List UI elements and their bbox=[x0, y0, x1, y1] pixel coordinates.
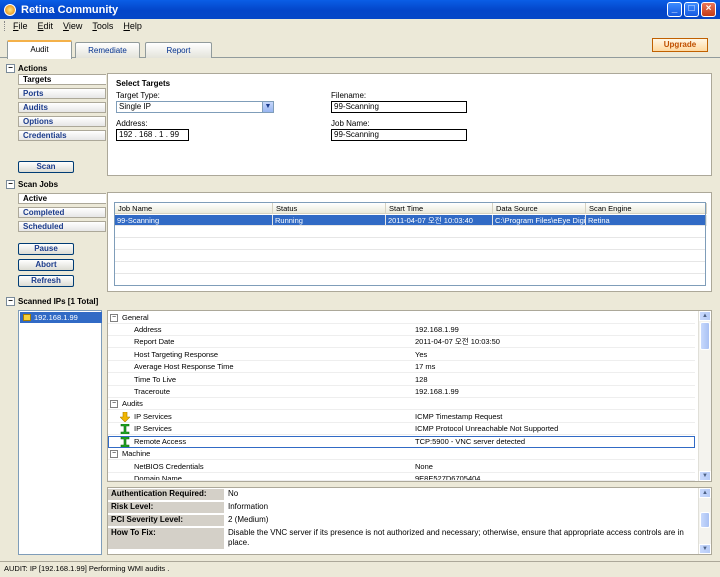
menu-file[interactable]: File bbox=[13, 21, 28, 31]
table-row-empty bbox=[115, 251, 705, 262]
scanjobs-panel: Job Name Status Start Time Data Source S… bbox=[107, 192, 712, 292]
main-tabs: Audit Remediate Report Upgrade bbox=[0, 33, 720, 59]
menu-edit[interactable]: Edit bbox=[38, 21, 54, 31]
info-row: PCI Severity Level: 2 (Medium) bbox=[108, 515, 694, 527]
table-header: Job Name Status Start Time Data Source S… bbox=[115, 203, 707, 214]
collapse-icon[interactable]: − bbox=[6, 296, 15, 306]
nav-audits[interactable]: Audits bbox=[18, 102, 106, 113]
filename-label: Filename: bbox=[331, 91, 367, 100]
menu-help[interactable]: Help bbox=[123, 21, 142, 31]
detail-row[interactable]: Host Targeting Response Yes bbox=[108, 349, 695, 361]
collapse-icon[interactable]: − bbox=[6, 63, 15, 73]
collapse-icon[interactable]: − bbox=[110, 450, 118, 458]
close-icon[interactable]: × bbox=[701, 2, 716, 17]
col-start-time[interactable]: Start Time bbox=[386, 203, 493, 214]
tab-audit[interactable]: Audit bbox=[7, 40, 72, 59]
scroll-thumb[interactable] bbox=[700, 322, 710, 350]
targets-panel: Select Targets Target Type: Single IP ▼ … bbox=[107, 73, 712, 176]
col-status[interactable]: Status bbox=[273, 203, 386, 214]
collapse-icon[interactable]: − bbox=[6, 179, 15, 189]
menu-view[interactable]: View bbox=[63, 21, 82, 31]
col-job-name[interactable]: Job Name bbox=[115, 203, 273, 214]
nav-targets[interactable]: Targets bbox=[18, 74, 106, 85]
collapse-icon[interactable]: − bbox=[110, 400, 118, 408]
scroll-down-icon[interactable]: ▼ bbox=[699, 544, 711, 554]
target-type-label: Target Type: bbox=[116, 91, 160, 100]
detail-row[interactable]: Average Host Response Time 17 ms bbox=[108, 361, 695, 373]
app-icon bbox=[4, 3, 16, 16]
pause-button[interactable]: Pause bbox=[18, 243, 74, 255]
scanjobs-table: Job Name Status Start Time Data Source S… bbox=[114, 202, 707, 286]
menu-tools[interactable]: Tools bbox=[92, 21, 113, 31]
table-row-empty bbox=[115, 227, 705, 238]
host-icon bbox=[23, 314, 31, 321]
details-scrollbar[interactable]: ▲ ▼ bbox=[698, 311, 711, 481]
upgrade-button[interactable]: Upgrade bbox=[652, 38, 708, 52]
window-title: Retina Community bbox=[21, 3, 119, 16]
nav-credentials[interactable]: Credentials bbox=[18, 130, 106, 141]
detail-row[interactable]: IP Services ICMP Protocol Unreachable Not… bbox=[108, 423, 695, 435]
detail-row[interactable]: NetBIOS Credentials None bbox=[108, 461, 695, 473]
title-bar: Retina Community _ □ × bbox=[0, 0, 720, 19]
address-input[interactable]: 192 . 168 . 1 . 99 bbox=[116, 129, 189, 141]
detail-row[interactable]: Time To Live 128 bbox=[108, 374, 695, 386]
detail-row[interactable]: IP Services ICMP Timestamp Request bbox=[108, 411, 695, 423]
table-row-empty bbox=[115, 239, 705, 250]
select-targets-title: Select Targets bbox=[116, 79, 171, 88]
info-scrollbar[interactable]: ▲ ▼ bbox=[698, 488, 711, 554]
jobname-input[interactable]: 99-Scanning bbox=[331, 129, 467, 141]
scroll-down-icon[interactable]: ▼ bbox=[699, 471, 711, 481]
nav-ports[interactable]: Ports bbox=[18, 88, 106, 99]
detail-row[interactable]: Traceroute 192.168.1.99 bbox=[108, 386, 695, 398]
actions-header[interactable]: − Actions bbox=[6, 63, 47, 73]
detail-row-selected[interactable]: Remote Access TCP:5900 - VNC server detec… bbox=[108, 436, 695, 448]
info-row: Risk Level: Information bbox=[108, 502, 694, 514]
scroll-up-icon[interactable]: ▲ bbox=[699, 488, 711, 498]
chevron-down-icon[interactable]: ▼ bbox=[262, 102, 273, 112]
scan-button[interactable]: Scan bbox=[18, 161, 74, 173]
group-machine[interactable]: − Machine bbox=[108, 448, 695, 460]
group-audits[interactable]: − Audits bbox=[108, 398, 695, 410]
scroll-thumb[interactable] bbox=[700, 512, 710, 528]
col-data-source[interactable]: Data Source bbox=[493, 203, 586, 214]
tab-report[interactable]: Report bbox=[145, 42, 212, 58]
scroll-up-icon[interactable]: ▲ bbox=[699, 311, 711, 321]
nav-completed[interactable]: Completed bbox=[18, 207, 106, 218]
nav-active[interactable]: Active bbox=[18, 193, 106, 204]
abort-button[interactable]: Abort bbox=[18, 259, 74, 271]
info-bar-icon bbox=[120, 437, 130, 447]
refresh-button[interactable]: Refresh bbox=[18, 275, 74, 287]
nav-scheduled[interactable]: Scheduled bbox=[18, 221, 106, 232]
target-type-select[interactable]: Single IP ▼ bbox=[116, 101, 274, 113]
scanned-header[interactable]: − Scanned IPs [1 Total] bbox=[6, 296, 98, 306]
detail-row[interactable]: Domain Name 9E8E527D6705404 bbox=[108, 473, 695, 481]
group-general[interactable]: − General bbox=[108, 312, 695, 324]
nav-options[interactable]: Options bbox=[18, 116, 106, 127]
details-panel: − General Address 192.168.1.99 Report Dat… bbox=[107, 310, 712, 482]
list-item[interactable]: 192.168.1.99 bbox=[20, 312, 102, 323]
toolbar-grip bbox=[4, 21, 7, 31]
address-label: Address: bbox=[116, 119, 148, 128]
info-panel: Authentication Required: No Risk Level: … bbox=[107, 487, 712, 555]
arrow-down-icon bbox=[120, 412, 130, 422]
status-bar: AUDIT: IP [192.168.1.99] Performing WMI … bbox=[0, 561, 720, 577]
jobname-label: Job Name: bbox=[331, 119, 370, 128]
tab-remediate[interactable]: Remediate bbox=[75, 42, 140, 58]
table-row-empty bbox=[115, 263, 705, 274]
maximize-icon[interactable]: □ bbox=[684, 2, 699, 17]
filename-input[interactable]: 99-Scanning bbox=[331, 101, 467, 113]
menu-bar: File Edit View Tools Help bbox=[0, 19, 720, 33]
info-bar-icon bbox=[120, 424, 130, 434]
table-row[interactable]: 99-Scanning Running 2011-04-07 오전 10:03:… bbox=[115, 215, 707, 226]
detail-row[interactable]: Report Date 2011-04-07 오전 10:03:50 bbox=[108, 336, 695, 348]
collapse-icon[interactable]: − bbox=[110, 314, 118, 322]
info-row: How To Fix: Disable the VNC server if it… bbox=[108, 528, 694, 550]
scanjobs-header[interactable]: − Scan Jobs bbox=[6, 179, 58, 189]
info-row: Authentication Required: No bbox=[108, 489, 694, 501]
ip-list: 192.168.1.99 bbox=[18, 310, 102, 555]
detail-row[interactable]: Address 192.168.1.99 bbox=[108, 324, 695, 336]
minimize-icon[interactable]: _ bbox=[667, 2, 682, 17]
col-scan-engine[interactable]: Scan Engine bbox=[586, 203, 707, 214]
